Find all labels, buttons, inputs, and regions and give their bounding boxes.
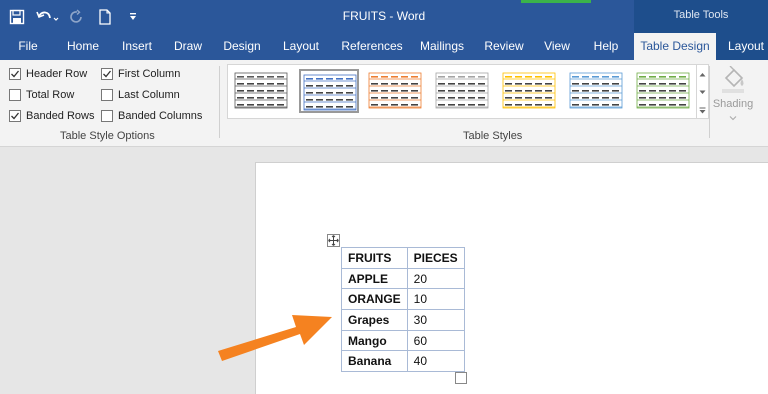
- table-cell[interactable]: Grapes: [341, 309, 408, 331]
- undo-icon[interactable]: [34, 6, 60, 28]
- tab-home[interactable]: Home: [60, 33, 106, 60]
- banded-rows-label: Banded Rows: [26, 110, 95, 122]
- checkbox-checked-icon: [9, 68, 21, 80]
- table-tools-label: Table Tools: [673, 9, 729, 21]
- table-cell[interactable]: ORANGE: [341, 288, 408, 311]
- fruits-table[interactable]: FRUITS PIECES APPLE 20 ORANGE 10 Grapes …: [341, 247, 465, 373]
- chevron-down-icon: [711, 110, 755, 124]
- gallery-down-button[interactable]: [697, 83, 708, 101]
- table-style-swatch[interactable]: [366, 69, 426, 113]
- checkbox-empty-icon: [101, 89, 113, 101]
- gallery-up-button[interactable]: [697, 65, 708, 83]
- quick-access-toolbar: [0, 0, 144, 33]
- tab-view[interactable]: View: [538, 33, 576, 60]
- redo-icon[interactable]: [66, 6, 88, 28]
- total-row-option[interactable]: Total Row: [9, 87, 74, 103]
- checkbox-checked-icon: [101, 68, 113, 80]
- table-cell[interactable]: 20: [406, 267, 465, 290]
- header-row-option[interactable]: Header Row: [9, 66, 87, 82]
- tab-layout[interactable]: Layout: [276, 33, 326, 60]
- group-divider: [219, 66, 220, 138]
- tab-insert[interactable]: Insert: [115, 33, 159, 60]
- banded-columns-option[interactable]: Banded Columns: [101, 108, 202, 124]
- tab-references[interactable]: References: [335, 33, 409, 60]
- first-column-label: First Column: [118, 68, 181, 80]
- checkbox-checked-icon: [9, 110, 21, 122]
- tab-draw[interactable]: Draw: [168, 33, 208, 60]
- banded-rows-option[interactable]: Banded Rows: [9, 108, 95, 124]
- tab-help[interactable]: Help: [586, 33, 626, 60]
- tab-mailings[interactable]: Mailings: [414, 33, 470, 60]
- table-row: APPLE 20: [341, 267, 465, 290]
- table-style-swatch[interactable]: [232, 69, 292, 113]
- last-column-label: Last Column: [118, 89, 180, 101]
- table-cell[interactable]: 30: [406, 309, 465, 331]
- group-divider: [709, 66, 710, 138]
- last-column-option[interactable]: Last Column: [101, 87, 180, 103]
- table-row: Grapes 30: [341, 309, 465, 331]
- table-resize-handle[interactable]: [455, 372, 467, 384]
- table-row: Banana 40: [341, 350, 465, 373]
- table-style-swatch[interactable]: [299, 69, 359, 113]
- table-styles-group-label: Table Styles: [463, 130, 523, 142]
- table-cell[interactable]: Banana: [341, 350, 408, 373]
- table-cell[interactable]: 60: [406, 329, 465, 352]
- checkbox-empty-icon: [9, 89, 21, 101]
- table-style-swatch[interactable]: [567, 69, 627, 113]
- tab-file[interactable]: File: [9, 33, 47, 60]
- table-style-swatch[interactable]: [634, 69, 694, 113]
- tab-table-design[interactable]: Table Design: [634, 33, 716, 60]
- customize-qat-icon[interactable]: [122, 6, 144, 28]
- table-cell[interactable]: Mango: [341, 329, 408, 352]
- checkbox-empty-icon: [101, 110, 113, 122]
- move-icon: [328, 235, 339, 246]
- table-style-options-group-label: Table Style Options: [60, 130, 155, 142]
- paint-bucket-icon: [711, 62, 755, 98]
- total-row-label: Total Row: [26, 89, 75, 101]
- table-header-row: FRUITS PIECES: [341, 247, 465, 269]
- table-cell[interactable]: 40: [406, 350, 465, 373]
- table-style-swatch[interactable]: [433, 69, 493, 113]
- table-header-cell[interactable]: FRUITS: [341, 247, 408, 269]
- gallery-more-button[interactable]: [697, 101, 708, 119]
- new-document-icon[interactable]: [94, 6, 116, 28]
- tab-review[interactable]: Review: [479, 33, 529, 60]
- table-cell[interactable]: APPLE: [341, 267, 408, 290]
- gallery-scrollbar: [697, 64, 709, 119]
- pointer-arrow-annotation: [218, 315, 332, 361]
- shading-label: Shading: [712, 98, 754, 110]
- table-header-cell[interactable]: PIECES: [406, 247, 465, 269]
- first-column-option[interactable]: First Column: [101, 66, 180, 82]
- shading-button[interactable]: Shading: [711, 62, 755, 126]
- tab-table-layout[interactable]: Layout: [724, 33, 768, 60]
- accent-strip: [521, 0, 591, 3]
- table-row: ORANGE 10: [341, 288, 465, 311]
- save-icon[interactable]: [6, 6, 28, 28]
- banded-columns-label: Banded Columns: [118, 110, 203, 122]
- tab-design[interactable]: Design: [218, 33, 266, 60]
- table-move-handle[interactable]: [327, 234, 340, 247]
- table-style-swatch[interactable]: [500, 69, 560, 113]
- table-cell[interactable]: 10: [406, 288, 465, 311]
- header-row-label: Header Row: [26, 68, 88, 80]
- table-row: Mango 60: [341, 329, 465, 352]
